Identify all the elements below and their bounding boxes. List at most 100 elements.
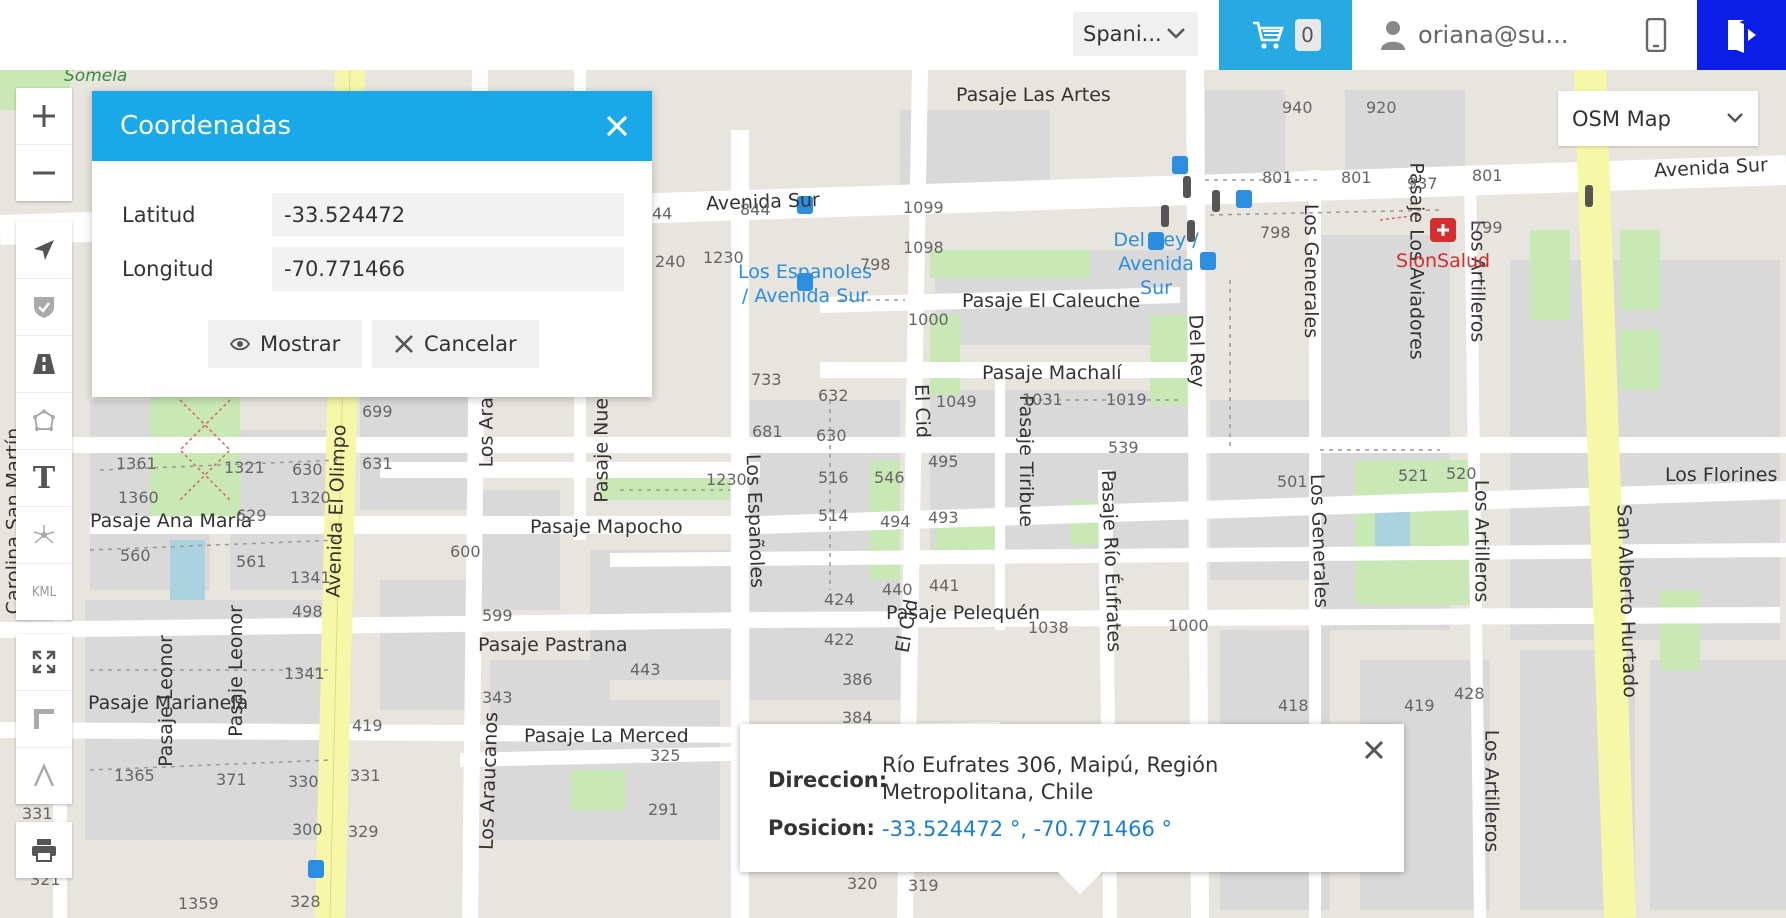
logout-icon bbox=[1727, 20, 1756, 53]
house-number: 1031 bbox=[1022, 390, 1063, 409]
house-number: 560 bbox=[120, 546, 151, 565]
ruler-icon bbox=[34, 709, 54, 729]
house-number: 1365 bbox=[114, 766, 155, 785]
street-label: Los Artilleros bbox=[1470, 479, 1493, 603]
close-icon bbox=[395, 335, 413, 353]
house-number: 419 bbox=[1404, 696, 1435, 715]
close-icon[interactable] bbox=[1362, 738, 1386, 762]
position-value[interactable]: -33.524472 °, -70.771466 ° bbox=[882, 816, 1172, 843]
minus-icon bbox=[33, 171, 55, 175]
print-button[interactable] bbox=[16, 822, 72, 878]
language-select[interactable]: Spani... bbox=[1073, 12, 1198, 56]
house-number: 937 bbox=[1407, 174, 1438, 193]
text-tool-button[interactable]: T bbox=[16, 450, 72, 507]
measure-distance-button[interactable] bbox=[16, 691, 72, 748]
user-email: oriana@su... bbox=[1418, 21, 1569, 49]
street-label: Los Generales bbox=[1300, 203, 1323, 339]
top-bar: Spani... 0 oriana@su... bbox=[0, 0, 1786, 70]
chevron-down-icon bbox=[1167, 28, 1185, 39]
cancel-button-label: Cancelar bbox=[424, 332, 517, 356]
address-line-2: Metropolitana, Chile bbox=[882, 780, 1094, 804]
cart-button[interactable]: 0 bbox=[1219, 0, 1352, 70]
house-number: 1098 bbox=[903, 238, 944, 257]
base-layer-selected-value: OSM Map bbox=[1572, 106, 1671, 131]
street-label: Pasaje Leonor bbox=[154, 635, 177, 767]
house-number: 798 bbox=[1260, 223, 1291, 242]
bus-stop-label: Los Espanoles / Avenida Sur bbox=[738, 261, 872, 307]
house-number: 699 bbox=[362, 402, 393, 421]
chevron-down-icon bbox=[1727, 113, 1743, 123]
zoom-controls bbox=[16, 88, 72, 201]
house-number: 1049 bbox=[936, 392, 977, 411]
address-line-1: Río Eufrates 306, Maipú, Región bbox=[882, 753, 1219, 777]
house-number: 386 bbox=[842, 670, 873, 689]
house-number: 1019 bbox=[1106, 390, 1147, 409]
house-number: 1320 bbox=[290, 488, 331, 507]
house-number: 733 bbox=[751, 370, 782, 389]
house-number: 343 bbox=[482, 688, 513, 707]
street-label: Los Generales bbox=[1305, 473, 1333, 609]
user-menu[interactable]: oriana@su... bbox=[1380, 0, 1568, 70]
road-tool-button[interactable] bbox=[16, 336, 72, 393]
house-number: 630 bbox=[292, 460, 323, 479]
cart-count-badge: 0 bbox=[1294, 19, 1321, 51]
polygon-icon bbox=[33, 409, 55, 431]
show-button[interactable]: Mostrar bbox=[208, 320, 363, 368]
logout-button[interactable] bbox=[1697, 0, 1786, 70]
kml-button[interactable]: KML bbox=[16, 564, 72, 620]
cancel-button[interactable]: Cancelar bbox=[372, 320, 539, 368]
zoom-out-button[interactable] bbox=[16, 145, 72, 201]
house-number: 600 bbox=[450, 542, 481, 561]
navigation-arrow-icon bbox=[34, 240, 54, 260]
fullscreen-button[interactable] bbox=[16, 634, 72, 691]
street-label: Los Artilleros bbox=[1480, 729, 1503, 853]
location-info-popup: Direccion: Río Eufrates 306, Maipú, Regi… bbox=[740, 724, 1404, 894]
close-icon[interactable] bbox=[604, 113, 630, 139]
house-number: 325 bbox=[650, 746, 681, 765]
house-number: 1361 bbox=[116, 454, 157, 473]
network-points-icon bbox=[33, 525, 55, 544]
house-number: 501 bbox=[1277, 472, 1308, 491]
address-label: Direccion: bbox=[768, 768, 888, 792]
house-number: 1341 bbox=[290, 568, 331, 587]
house-number: 632 bbox=[818, 386, 849, 405]
house-number: 320 bbox=[847, 874, 878, 893]
zoom-in-button[interactable] bbox=[16, 88, 72, 145]
street-label: Pasaje La Merced bbox=[524, 725, 689, 747]
measure-angle-button[interactable] bbox=[16, 748, 72, 804]
mobile-view-button[interactable] bbox=[1636, 14, 1676, 56]
street-label: Los Florines bbox=[1665, 464, 1778, 486]
base-layer-select[interactable]: OSM Map bbox=[1558, 91, 1758, 146]
house-number: 291 bbox=[648, 800, 679, 819]
house-number: 422 bbox=[824, 630, 855, 649]
house-number: 630 bbox=[816, 426, 847, 445]
house-number: 1341 bbox=[284, 664, 325, 683]
latitude-input[interactable] bbox=[272, 193, 624, 237]
house-number: 681 bbox=[752, 422, 783, 441]
house-number: 443 bbox=[630, 660, 661, 679]
polygon-tool-button[interactable] bbox=[16, 393, 72, 450]
house-number: 428 bbox=[1454, 684, 1485, 703]
house-number: 521 bbox=[1398, 466, 1429, 485]
draw-tools: T KML bbox=[16, 222, 72, 620]
longitude-input[interactable] bbox=[272, 247, 624, 291]
dialog-title: Coordenadas bbox=[120, 111, 292, 141]
house-number: 631 bbox=[362, 454, 393, 473]
locate-button[interactable] bbox=[16, 222, 72, 279]
kml-icon: KML bbox=[31, 584, 57, 600]
point-tool-button[interactable] bbox=[16, 507, 72, 564]
shield-check-icon bbox=[34, 297, 54, 318]
house-number: 1099 bbox=[903, 198, 944, 217]
house-number: 300 bbox=[292, 820, 323, 839]
house-number: 798 bbox=[860, 255, 891, 274]
street-label: Pasaje Ana María bbox=[90, 510, 253, 532]
plus-icon bbox=[33, 105, 55, 127]
house-number: 629 bbox=[236, 506, 267, 525]
eye-icon bbox=[230, 337, 250, 351]
street-label: El Cid bbox=[910, 383, 934, 439]
house-number: 371 bbox=[216, 770, 247, 789]
road-icon bbox=[33, 354, 55, 374]
house-number: 940 bbox=[1282, 98, 1313, 117]
measure-tools bbox=[16, 634, 72, 804]
check-shield-button[interactable] bbox=[16, 279, 72, 336]
